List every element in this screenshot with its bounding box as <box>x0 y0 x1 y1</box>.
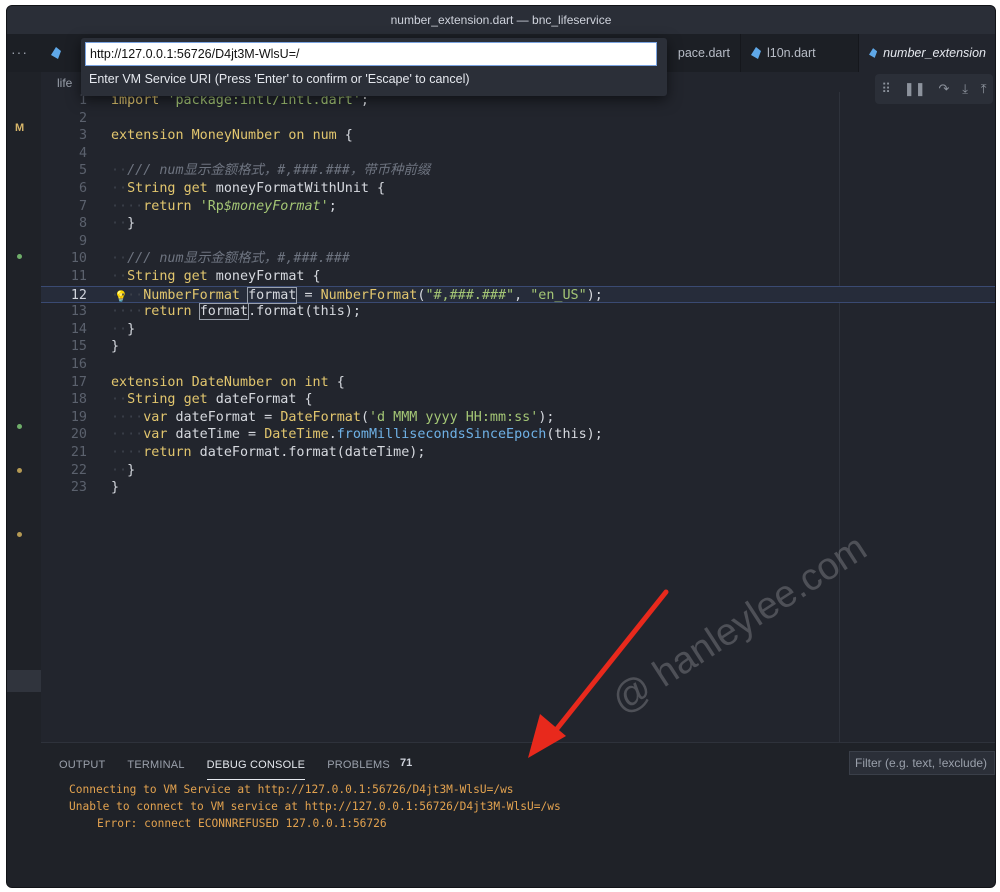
annotation-arrow <box>528 589 669 758</box>
